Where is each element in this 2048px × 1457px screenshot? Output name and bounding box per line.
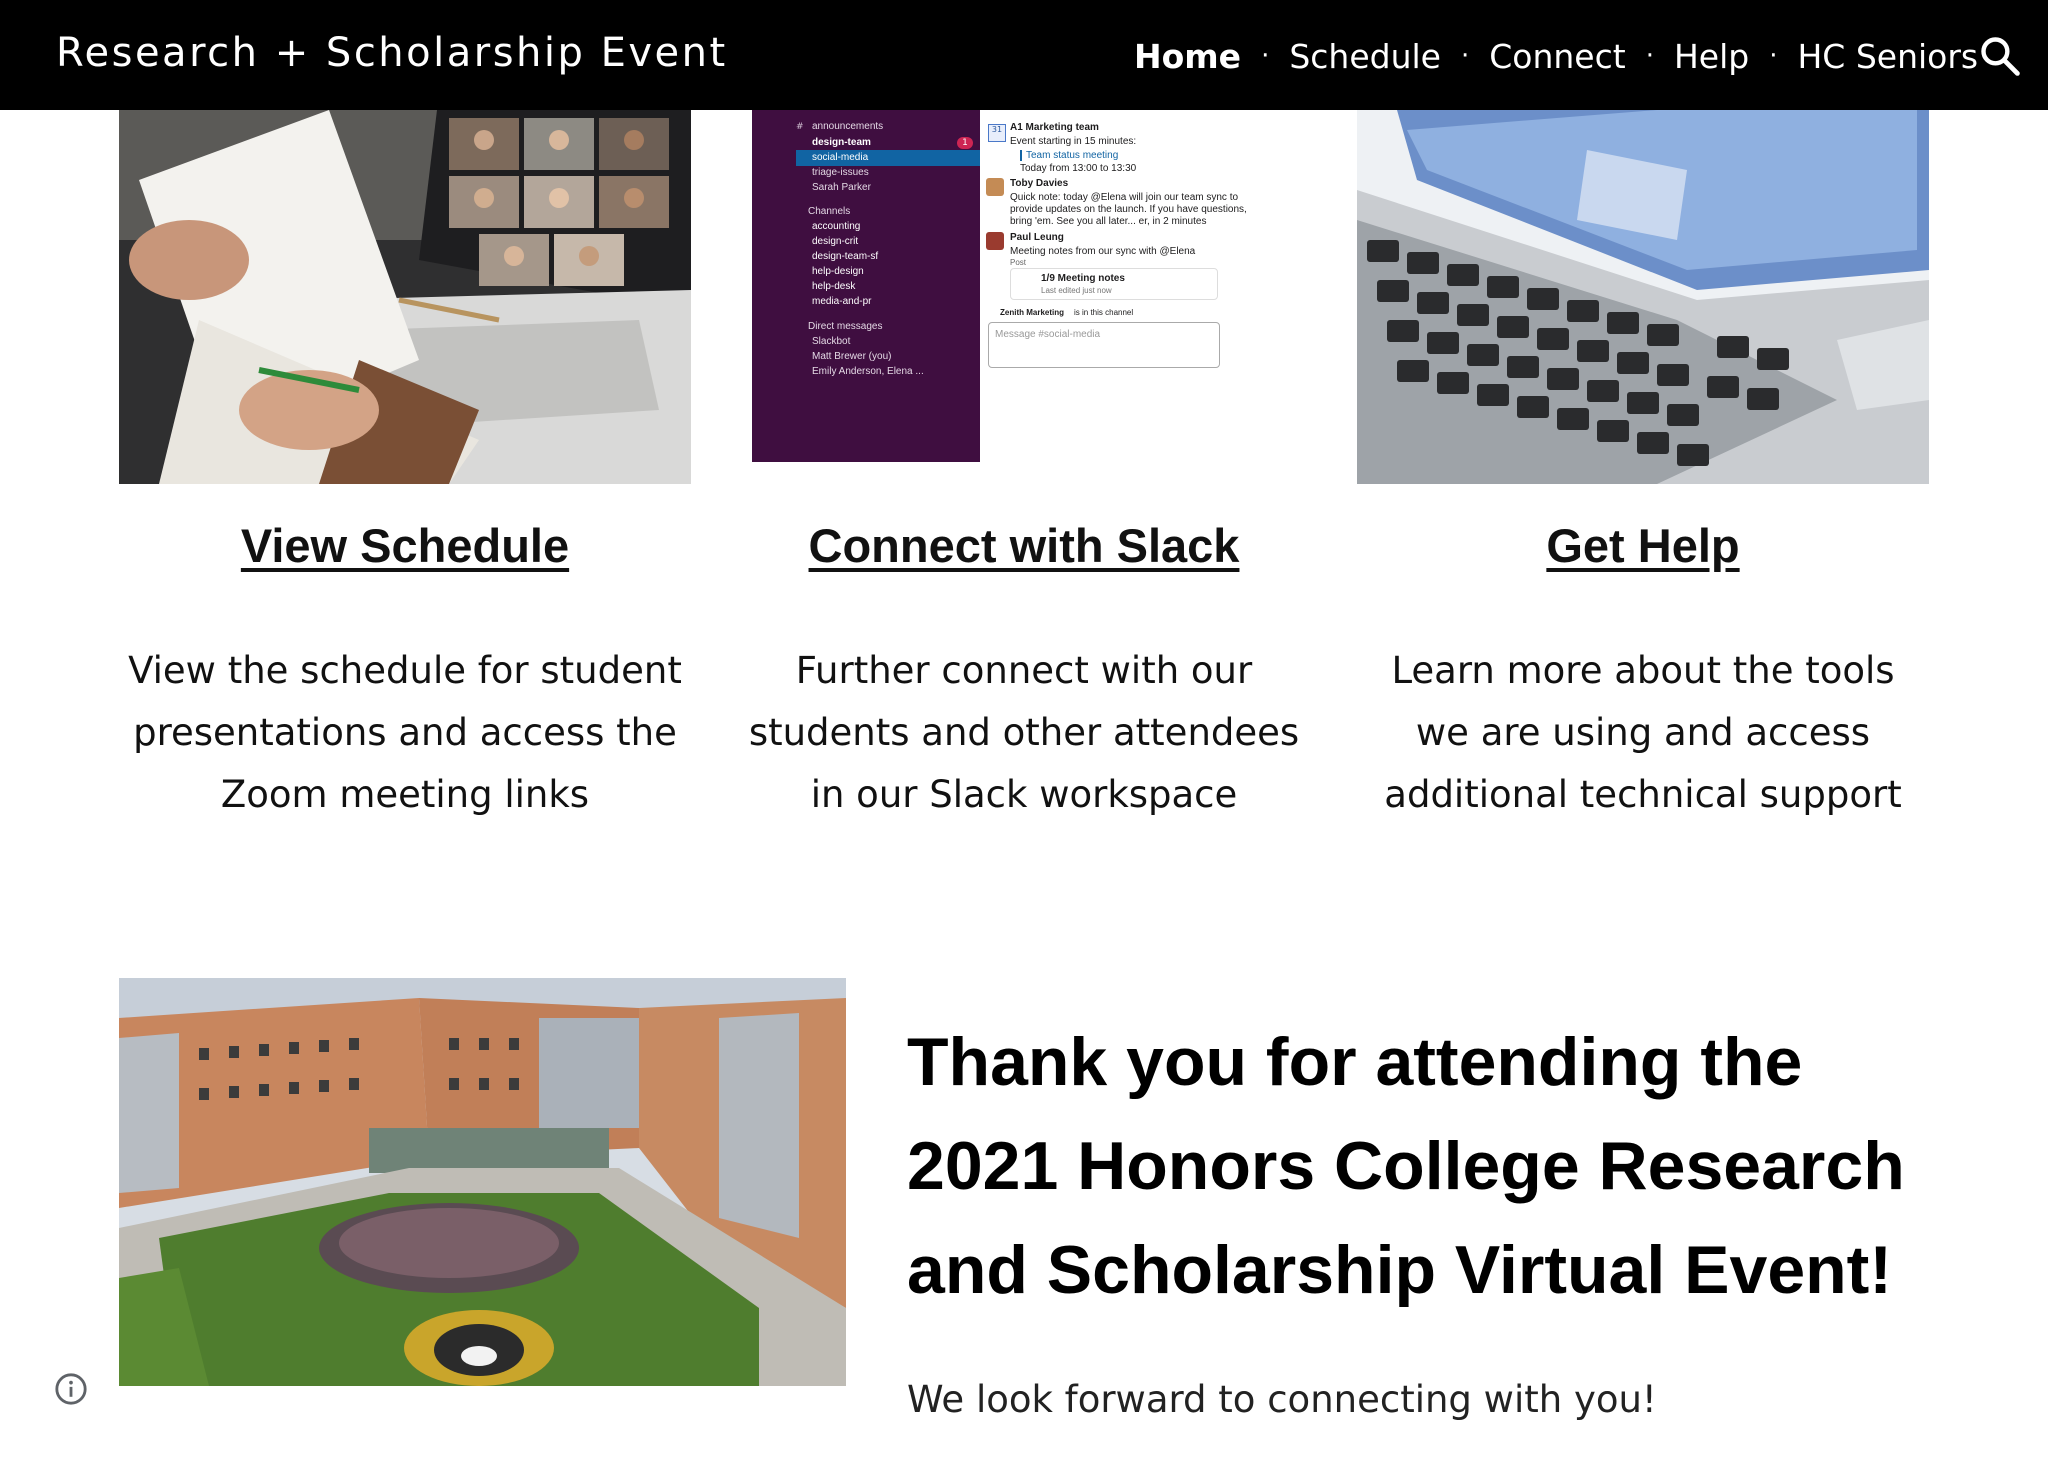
slack-dm-item: Sarah Parker	[812, 182, 871, 193]
description-line: presentations and access the	[133, 711, 677, 754]
site-title[interactable]: Research + Scholarship Event	[56, 30, 728, 76]
avatar	[986, 178, 1004, 196]
connecting-subtext: We look forward to connecting with you!	[907, 1378, 1657, 1421]
laptop-video-call-illustration	[119, 110, 691, 484]
message-line: Today from 13:00 to 13:30	[1020, 163, 1137, 174]
slack-channel-item: accounting	[812, 221, 861, 232]
post-attachment: 1/9 Meeting notes Last edited just now	[1010, 268, 1218, 300]
campus-aerial-photo	[119, 978, 846, 1386]
description-line: we are using and access	[1415, 711, 1871, 754]
message-author: Toby Davies	[1010, 178, 1069, 189]
message-composer[interactable]: Message #social-media	[988, 322, 1220, 368]
composer-placeholder: Message #social-media	[995, 329, 1101, 340]
post-title: 1/9 Meeting notes	[1041, 273, 1125, 284]
post-subtitle: Last edited just now	[1041, 286, 1112, 295]
slack-channel-item: announcements	[812, 121, 884, 132]
slack-channel-item: design-team	[812, 137, 871, 148]
slack-sidebar: # announcements design-team 1 social-med…	[752, 110, 980, 462]
view-schedule-description: View the schedule for student presentati…	[119, 640, 691, 826]
slack-channel-item: triage-issues	[812, 167, 869, 178]
avatar	[986, 232, 1004, 250]
nav-schedule[interactable]: Schedule	[1289, 37, 1441, 76]
slack-dm-item: Matt Brewer (you)	[812, 351, 892, 362]
nav-home[interactable]: Home	[1134, 37, 1241, 76]
description-line: Further connect with our	[795, 649, 1253, 692]
message-author: Paul Leung	[1010, 232, 1064, 243]
nav-separator: ·	[1460, 41, 1470, 71]
message-line: bring 'em. See you all later... er, in 2…	[1010, 216, 1207, 227]
view-schedule-link[interactable]: View Schedule	[119, 518, 691, 573]
nav-separator: ·	[1645, 41, 1654, 71]
slack-channel-item: help-desk	[812, 281, 856, 292]
top-navigation-bar: Research + Scholarship Event Home · Sche…	[0, 0, 2048, 110]
nav-hc-seniors[interactable]: HC Seniors	[1797, 37, 1978, 76]
calendar-app-icon: 31	[988, 124, 1006, 142]
get-help-description: Learn more about the tools we are using …	[1357, 640, 1929, 826]
description-line: Zoom meeting links	[220, 773, 590, 816]
nav-connect[interactable]: Connect	[1489, 37, 1625, 76]
unread-badge: 1	[957, 137, 973, 149]
slack-message-pane: 31 A1 Marketing team Event starting in 1…	[980, 110, 1310, 462]
thank-you-heading: Thank you for attending the 2021 Honors …	[907, 1010, 1927, 1322]
laptop-keyboard-photo[interactable]	[1357, 110, 1929, 484]
connect-with-slack-link[interactable]: Connect with Slack	[738, 518, 1310, 573]
message-line: Meeting notes from our sync with @Elena	[1010, 246, 1196, 257]
laptop-video-call-photo[interactable]	[119, 110, 691, 484]
slack-channel-item: design-crit	[812, 236, 859, 247]
description-line: students and other attendees	[748, 711, 1300, 754]
slack-channel-item: social-media	[812, 152, 869, 163]
message-author: A1 Marketing team	[1010, 122, 1099, 133]
nav-separator: ·	[1769, 41, 1778, 71]
slack-dm-item: Emily Anderson, Elena ...	[812, 366, 924, 377]
nav-menu: Home · Schedule · Connect · Help · HC Se…	[1134, 34, 1978, 78]
heading-line: and Scholarship Virtual Event!	[907, 1232, 1892, 1308]
slack-channel-item: help-design	[812, 266, 864, 277]
message-line: Post	[1010, 258, 1027, 267]
info-icon[interactable]	[54, 1372, 88, 1406]
slack-channel-item: design-team-sf	[812, 251, 879, 262]
search-icon[interactable]	[1978, 34, 2022, 78]
nav-help[interactable]: Help	[1674, 37, 1749, 76]
message-line: Quick note: today @Elena will join our t…	[1010, 192, 1239, 203]
description-line: View the schedule for student	[128, 649, 682, 692]
description-line: additional technical support	[1384, 773, 1902, 816]
campus-aerial-illustration	[119, 978, 846, 1386]
heading-line: Thank you for attending the	[907, 1024, 1803, 1100]
join-note-name: Zenith Marketing	[1000, 308, 1065, 317]
heading-line: 2021 Honors College Research	[907, 1128, 1905, 1204]
slack-section-header: Direct messages	[808, 321, 883, 332]
description-line: Learn more about the tools	[1391, 649, 1895, 692]
nav-separator: ·	[1261, 41, 1270, 71]
join-note-rest: is in this channel	[1074, 308, 1134, 317]
slack-channel-item: media-and-pr	[812, 296, 872, 307]
laptop-keyboard-illustration	[1357, 110, 1929, 484]
get-help-link[interactable]: Get Help	[1357, 518, 1929, 573]
message-line: Event starting in 15 minutes:	[1010, 136, 1137, 147]
slack-dm-item: Slackbot	[812, 336, 851, 347]
slack-app-screenshot[interactable]: # announcements design-team 1 social-med…	[752, 110, 1310, 484]
slack-section-header: Channels	[808, 206, 851, 217]
description-line: in our Slack workspace	[810, 773, 1238, 816]
message-line: provide updates on the launch. If you ha…	[1010, 204, 1247, 215]
connect-with-slack-description: Further connect with our students and ot…	[738, 640, 1310, 826]
message-line: Team status meeting	[1020, 150, 1118, 161]
